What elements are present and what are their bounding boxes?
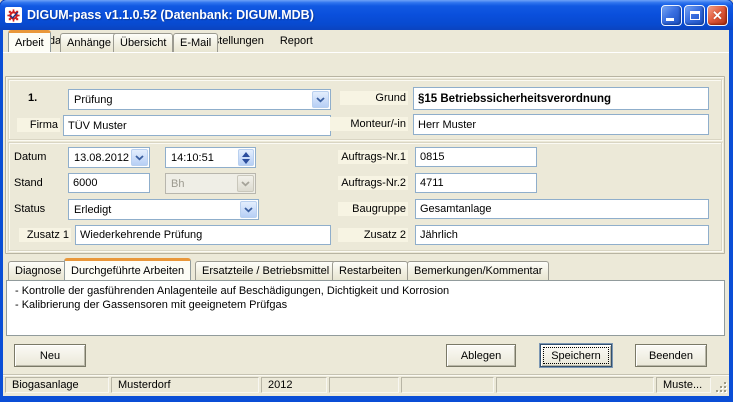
spinner-up-icon[interactable] [242, 151, 250, 157]
chevron-down-icon[interactable] [131, 149, 148, 166]
ablegen-button[interactable]: Ablegen [446, 344, 516, 367]
stand-input[interactable] [68, 173, 150, 193]
uhrzeit-value: 14:10:51 [171, 151, 214, 164]
statusbar-panel-user: Muste... [656, 377, 711, 393]
spinner-down-icon[interactable] [242, 158, 250, 164]
statusbar: Biogasanlage Musterdorf 2012 Muste... [3, 374, 729, 396]
tab-bemerkungen-kommentar[interactable]: Bemerkungen/Kommentar [407, 261, 550, 280]
tab-ersatzteile-betriebsmittel[interactable]: Ersatzteile / Betriebsmittel [195, 261, 337, 280]
titlebar: DIGUM-pass v1.1.0.52 (Datenbank: DIGUM.M… [0, 0, 733, 30]
chevron-down-icon[interactable] [312, 91, 329, 108]
statusbar-panel [496, 377, 654, 393]
datum-label: Datum [14, 151, 47, 163]
stand-label: Stand [14, 177, 43, 189]
app-icon[interactable] [5, 7, 22, 23]
statusbar-panel-jahr: 2012 [261, 377, 327, 393]
stand-unit-combobox: Bh [165, 173, 256, 194]
status-value: Erledigt [74, 203, 112, 216]
auftrag1-input[interactable] [415, 147, 537, 167]
client-area: Stammdaten Bearbeiten Mail Einstellungen… [3, 30, 729, 396]
datum-datepicker[interactable]: 13.08.2012 [68, 147, 150, 168]
work-type-combobox[interactable]: Prüfung [68, 89, 331, 110]
resize-grip[interactable] [713, 377, 727, 393]
tab-uebersicht[interactable]: Übersicht [113, 33, 174, 52]
stand-unit-value: Bh [171, 177, 185, 190]
tab-email[interactable]: E-Mail [173, 33, 219, 52]
digum-gear-icon [7, 8, 20, 22]
status-combobox[interactable]: Erledigt [68, 199, 259, 220]
maximize-button[interactable] [684, 4, 705, 26]
grund-input[interactable] [413, 87, 709, 110]
grund-label: Grund [340, 91, 408, 105]
close-button[interactable]: ✕ [707, 4, 728, 26]
datum-value: 13.08.2012 [74, 151, 130, 164]
tab-anhaenge[interactable]: Anhänge [60, 33, 119, 52]
work-type-value: Prüfung [74, 93, 113, 106]
statusbar-panel-anlage: Biogasanlage [5, 377, 109, 393]
window-title: DIGUM-pass v1.1.0.52 (Datenbank: DIGUM.M… [27, 8, 314, 22]
note-line: - Kalibrierung der Gassensoren mit geeig… [15, 299, 288, 311]
monteur-input[interactable] [413, 114, 709, 135]
tab-diagnose[interactable]: Diagnose [8, 261, 69, 280]
up-down-arrows-icon[interactable] [238, 149, 254, 166]
tab-restarbeiten[interactable]: Restarbeiten [332, 261, 409, 280]
tab-arbeit[interactable]: Arbeit [8, 30, 51, 52]
firma-label: Firma [17, 118, 60, 132]
note-line: - Kontrolle der gasführenden Anlagenteil… [15, 285, 450, 297]
maximize-icon [689, 10, 700, 20]
entry-number-label: 1. [28, 92, 38, 104]
zusatz2-label: Zusatz 2 [338, 228, 408, 242]
minimize-icon [666, 17, 674, 21]
menu-report[interactable]: Report [272, 32, 321, 50]
monteur-label: Monteur/-in [330, 117, 408, 131]
close-icon: ✕ [712, 7, 723, 23]
auftrag1-label: Auftrags-Nr.1 [338, 150, 408, 164]
work-notes-textarea[interactable]: - Kontrolle der gasführenden Anlagenteil… [6, 280, 725, 336]
uhrzeit-spinner[interactable]: 14:10:51 [165, 147, 256, 168]
auftrag2-input[interactable] [415, 173, 537, 193]
tab-durchgefuehrte-arbeiten[interactable]: Durchgeführte Arbeiten [64, 258, 192, 280]
statusbar-panel [401, 377, 494, 393]
minimize-button[interactable] [661, 4, 682, 26]
neu-button[interactable]: Neu [14, 344, 86, 367]
statusbar-panel [329, 377, 399, 393]
baugruppe-input[interactable] [415, 199, 709, 219]
app-window: DIGUM-pass v1.1.0.52 (Datenbank: DIGUM.M… [0, 0, 733, 402]
speichern-button[interactable]: Speichern [540, 344, 612, 367]
statusbar-panel-ort: Musterdorf [111, 377, 259, 393]
baugruppe-label: Baugruppe [338, 202, 408, 216]
firma-input[interactable] [63, 115, 331, 136]
chevron-down-icon[interactable] [240, 201, 257, 218]
beenden-button[interactable]: Beenden [635, 344, 707, 367]
chevron-down-icon [237, 175, 254, 192]
status-label: Status [14, 203, 46, 215]
zusatz2-input[interactable] [415, 225, 709, 245]
auftrag2-label: Auftrags-Nr.2 [338, 176, 408, 190]
zusatz1-input[interactable] [75, 225, 331, 245]
zusatz1-label: Zusatz 1 [19, 228, 71, 242]
